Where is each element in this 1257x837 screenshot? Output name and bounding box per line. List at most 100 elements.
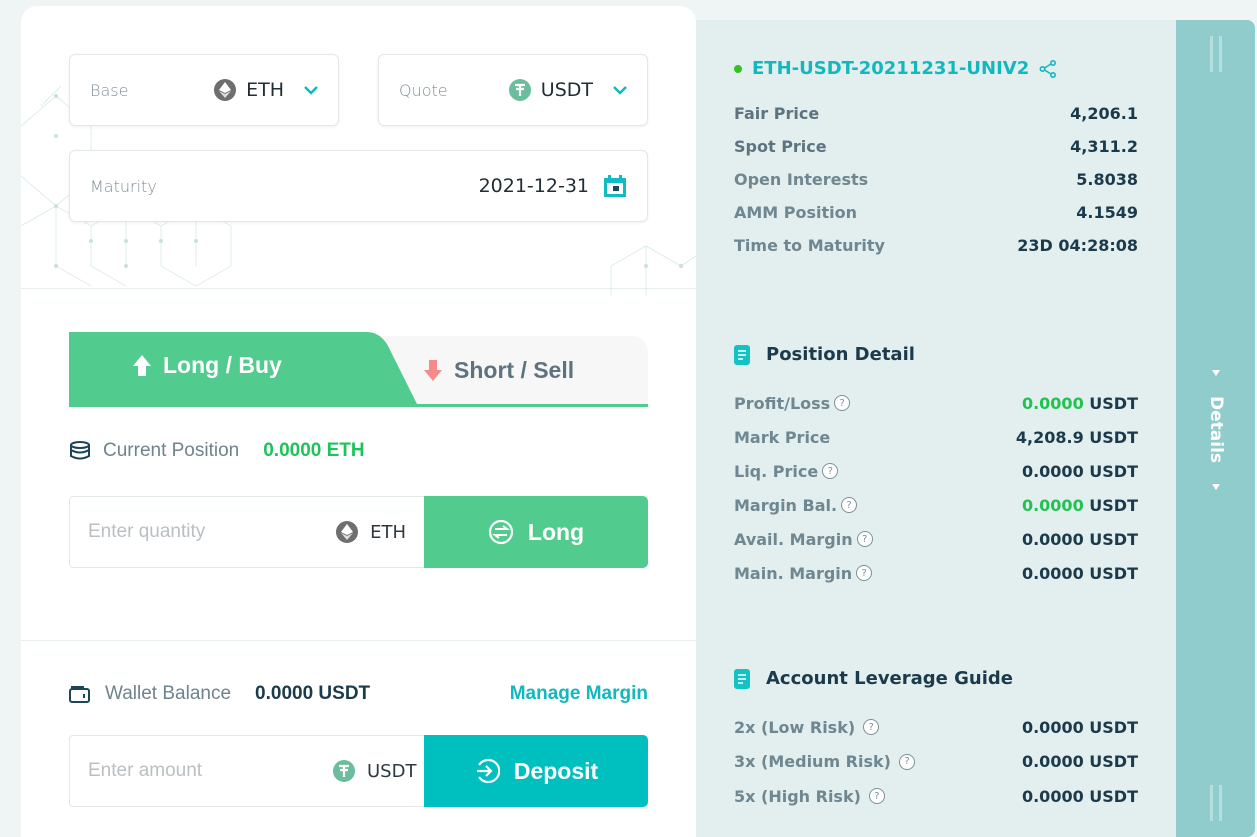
arrow-down-icon (424, 359, 442, 382)
quantity-input[interactable] (88, 521, 337, 543)
value-unit: USDT (1089, 427, 1138, 447)
wallet-balance-row: Wallet Balance 0.0000 USDT Manage Margin (69, 683, 648, 705)
market-info-row: Open Interests 5.8038 (734, 163, 1138, 196)
drag-handle-icon[interactable] (1210, 785, 1222, 821)
market-info-value: 4.1549 (1076, 203, 1138, 222)
leverage-guide-list: 2x (Low Risk)? 0.0000 USDT 3x (Medium Risk… (734, 710, 1138, 814)
amount-input[interactable] (88, 760, 333, 782)
deposit-button-label: Deposit (513, 757, 599, 784)
status-dot (734, 64, 742, 73)
quote-selector[interactable]: Quote USDT (378, 54, 648, 126)
value-number: 0.0000 (1021, 461, 1084, 481)
eth-icon (336, 521, 359, 543)
market-info-row: AMM Position 4.1549 (734, 196, 1138, 229)
chevron-down-icon[interactable] (304, 85, 318, 95)
leverage-guide-header: Account Leverage Guide (734, 668, 1013, 689)
position-detail-label-wrap: Mark Price (734, 428, 830, 447)
contract-info-panel: ETH-USDT-20211231-UNIV2 Fair Price 4,206.… (696, 20, 1176, 837)
calendar-icon[interactable] (603, 174, 627, 198)
base-label: Base (90, 80, 129, 100)
market-info-label: AMM Position (734, 203, 858, 222)
position-detail-list: Profit/Loss? 0.0000 USDT Mark Price 4,208.9… (734, 386, 1138, 590)
market-info-row: Time to Maturity 23D 04:28:08 (734, 229, 1138, 262)
value-number: 0.0000 (1021, 563, 1084, 583)
market-info-label: Open Interests (734, 170, 869, 189)
help-icon[interactable]: ? (834, 395, 851, 411)
position-detail-label-wrap: Liq. Price? (734, 461, 839, 481)
help-icon[interactable]: ? (868, 788, 885, 805)
position-detail-label: Liq. Price (734, 461, 819, 481)
leverage-value: 0.0000 USDT (1021, 717, 1138, 737)
leverage-label: 3x (Medium Risk) (734, 752, 891, 772)
position-detail-value: 0.0000 USDT (1022, 496, 1138, 515)
market-info-value: 4,206.1 (1070, 104, 1138, 123)
help-icon[interactable]: ? (822, 463, 839, 479)
help-icon[interactable]: ? (863, 719, 880, 736)
market-info-label: Fair Price (734, 104, 820, 123)
market-info-value: 4,311.2 (1070, 137, 1138, 156)
wallet-icon (69, 685, 91, 703)
leverage-label: 5x (High Risk) (734, 786, 861, 806)
quantity-group: ETH Long (69, 496, 648, 568)
position-detail-value: 0.0000 USDT (1022, 564, 1138, 583)
position-detail-value: 4,208.9 USDT (1016, 428, 1138, 447)
position-detail-value: 0.0000 USDT (1022, 462, 1138, 481)
value-number: 0.0000 (1021, 495, 1084, 515)
details-toggle-strip[interactable]: Details (1176, 20, 1255, 837)
value-unit: USDT (1089, 529, 1138, 549)
position-detail-row: Main. Margin? 0.0000 USDT (734, 556, 1138, 590)
share-icon[interactable] (1039, 59, 1057, 78)
drag-handle-icon[interactable] (1210, 36, 1222, 72)
swap-icon (488, 519, 514, 545)
position-detail-row: Avail. Margin? 0.0000 USDT (734, 522, 1138, 556)
position-detail-value: 0.0000 USDT (1022, 530, 1138, 549)
base-selector[interactable]: Base ETH (69, 54, 339, 126)
position-detail-label-wrap: Main. Margin? (734, 563, 873, 583)
contract-name: ETH-USDT-20211231-UNIV2 (752, 58, 1030, 79)
help-icon[interactable]: ? (898, 753, 915, 770)
position-detail-label-wrap: Margin Bal.? (734, 496, 858, 515)
quote-value: USDT (540, 79, 593, 101)
tab-underline (69, 404, 648, 407)
market-info-value: 23D 04:28:08 (1017, 236, 1138, 255)
help-icon[interactable]: ? (856, 565, 873, 581)
arrow-up-icon (133, 354, 151, 377)
current-position-value: 0.0000 ETH (263, 440, 365, 461)
deposit-icon (474, 758, 500, 784)
usdt-icon (333, 760, 355, 782)
position-detail-row: Liq. Price? 0.0000 USDT (734, 454, 1138, 488)
chevron-down-icon[interactable] (613, 85, 627, 95)
maturity-label: Maturity (90, 176, 157, 196)
tab-short-label: Short / Sell (454, 357, 575, 383)
position-detail-label: Profit/Loss (734, 393, 831, 413)
help-icon[interactable]: ? (856, 531, 873, 547)
details-toggle[interactable]: Details (1202, 370, 1230, 490)
leverage-value: 0.0000 USDT (1021, 752, 1138, 772)
value-unit: USDT (1089, 495, 1138, 515)
eth-icon (214, 79, 237, 101)
leverage-guide-row: 2x (Low Risk)? 0.0000 USDT (734, 710, 1138, 745)
manage-margin-link[interactable]: Manage Margin (510, 683, 648, 705)
value-number: 0.0000 (1021, 529, 1084, 549)
caret-down-icon (1212, 483, 1220, 490)
quantity-unit: ETH (370, 521, 406, 543)
help-icon[interactable]: ? (841, 497, 858, 513)
current-position-row: Current Position 0.0000 ETH (69, 440, 365, 462)
leverage-label-wrap: 3x (Medium Risk)? (734, 752, 915, 771)
tab-long-buy[interactable]: Long / Buy (69, 332, 419, 404)
quote-label: Quote (399, 80, 448, 100)
position-detail-value: 0.0000 USDT (1022, 394, 1138, 413)
deposit-button[interactable]: Deposit (424, 735, 648, 807)
position-detail-label: Main. Margin (734, 563, 853, 583)
position-detail-label: Mark Price (734, 427, 831, 447)
amount-group: USDT Deposit (69, 735, 648, 807)
amount-unit: USDT (367, 760, 417, 782)
maturity-picker[interactable]: Maturity 2021-12-31 (69, 150, 648, 222)
section-divider (21, 640, 696, 641)
value-unit: USDT (1089, 461, 1138, 481)
long-button[interactable]: Long (424, 496, 648, 568)
leverage-label-wrap: 5x (High Risk)? (734, 787, 885, 806)
leverage-guide-title: Account Leverage Guide (766, 668, 1013, 689)
document-icon (734, 668, 750, 689)
trade-card: Base ETH Quote USDT Maturity 2021-12-31 … (21, 6, 696, 837)
